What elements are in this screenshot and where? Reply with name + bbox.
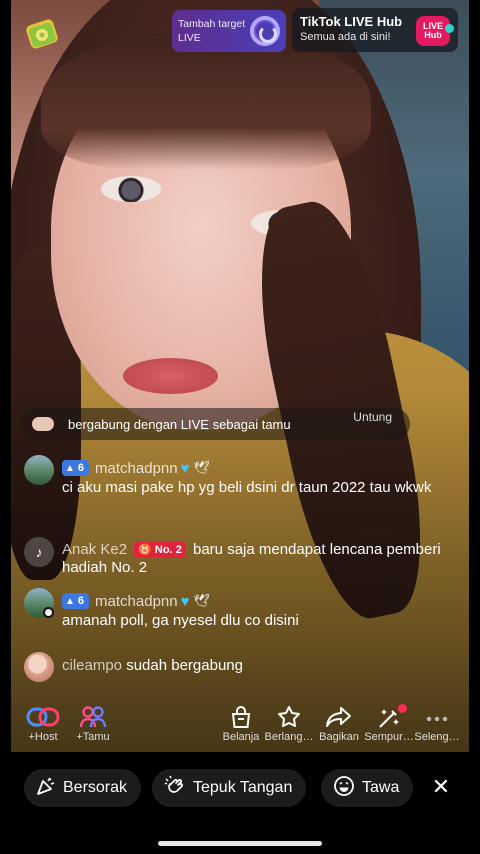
goal-ring-icon — [250, 16, 280, 46]
add-live-goal-label: Tambah target LIVE — [178, 18, 246, 44]
guest-join-banner: bergabung dengan LIVE sebagai tamu Untun… — [20, 408, 410, 440]
badge-announcement: Anak Ke2 ♉ No. 2 baru saja mendapat lenca… — [62, 541, 441, 576]
dove-icon: 🕊 — [193, 593, 211, 608]
streamer-lips — [123, 358, 218, 394]
chat-username[interactable]: cileampo — [62, 657, 122, 674]
guests-icon — [65, 704, 121, 730]
chat-text: ci aku masi pake hp yg beli dsini dr tau… — [62, 479, 432, 496]
guest-avatar — [32, 417, 54, 431]
quick-reactions-bar: Bersorak Tepuk Tangan Tawa ✕ — [0, 752, 480, 854]
join-announcement: cileampo sudah bergabung — [62, 657, 243, 674]
live-action-bar: +Host +Tamu Belanja Berlang… Bagikan Sem… — [11, 700, 469, 752]
laugh-button[interactable]: Tawa — [321, 769, 414, 807]
heart-icon: ♥ — [180, 592, 190, 610]
cheer-button[interactable]: Bersorak — [24, 769, 142, 807]
chat-username[interactable]: matchadpnn — [95, 593, 178, 610]
subscribe-button[interactable]: Berlang… — [261, 704, 317, 744]
dove-icon: 🕊 — [193, 460, 211, 475]
level-badge: ▲ 6 — [62, 593, 90, 609]
more-dots-icon — [409, 704, 465, 730]
avatar[interactable] — [24, 652, 54, 682]
add-host-button[interactable]: +Host — [15, 704, 71, 744]
avatar[interactable] — [24, 455, 54, 485]
more-button[interactable]: Seleng… — [409, 704, 465, 744]
level-badge: ▲ 6 — [62, 460, 90, 476]
guest-join-extra: Untung — [353, 410, 392, 424]
share-arrow-icon — [311, 704, 367, 730]
party-horn-icon — [36, 776, 56, 801]
chat-username[interactable]: matchadpnn — [95, 460, 178, 477]
close-icon[interactable]: ✕ — [428, 774, 454, 800]
link-icon — [15, 704, 71, 730]
diamond-badge-icon[interactable] — [22, 14, 62, 54]
rank-badge: ♉ No. 2 — [134, 542, 186, 558]
add-guest-button[interactable]: +Tamu — [65, 704, 121, 744]
smiley-icon — [333, 775, 355, 802]
live-stream-screen: Tambah target LIVE TikTok LIVE Hub Semua… — [0, 0, 480, 854]
live-hub-card[interactable]: TikTok LIVE Hub Semua ada di sini! LIVE … — [292, 8, 458, 52]
home-indicator[interactable] — [158, 841, 322, 846]
add-live-goal-card[interactable]: Tambah target LIVE — [172, 10, 286, 52]
star-badge-icon — [261, 704, 317, 730]
guest-join-text: bergabung dengan LIVE sebagai tamu — [68, 416, 291, 432]
online-indicator — [43, 607, 54, 618]
streamer-eye-left — [101, 176, 161, 202]
heart-icon: ♥ — [180, 459, 190, 477]
clapping-hands-icon — [164, 775, 186, 802]
live-hub-logo-icon: LIVE Hub — [416, 16, 454, 46]
share-button[interactable]: Bagikan — [311, 704, 367, 744]
clap-button[interactable]: Tepuk Tangan — [152, 769, 307, 807]
notification-dot — [398, 704, 407, 713]
tiktok-note-icon[interactable]: ♪ — [24, 537, 54, 567]
chat-text: amanah poll, ga nyesel dlu co disini — [62, 612, 299, 629]
chat-username[interactable]: Anak Ke2 — [62, 541, 127, 558]
live-video[interactable] — [11, 0, 469, 752]
